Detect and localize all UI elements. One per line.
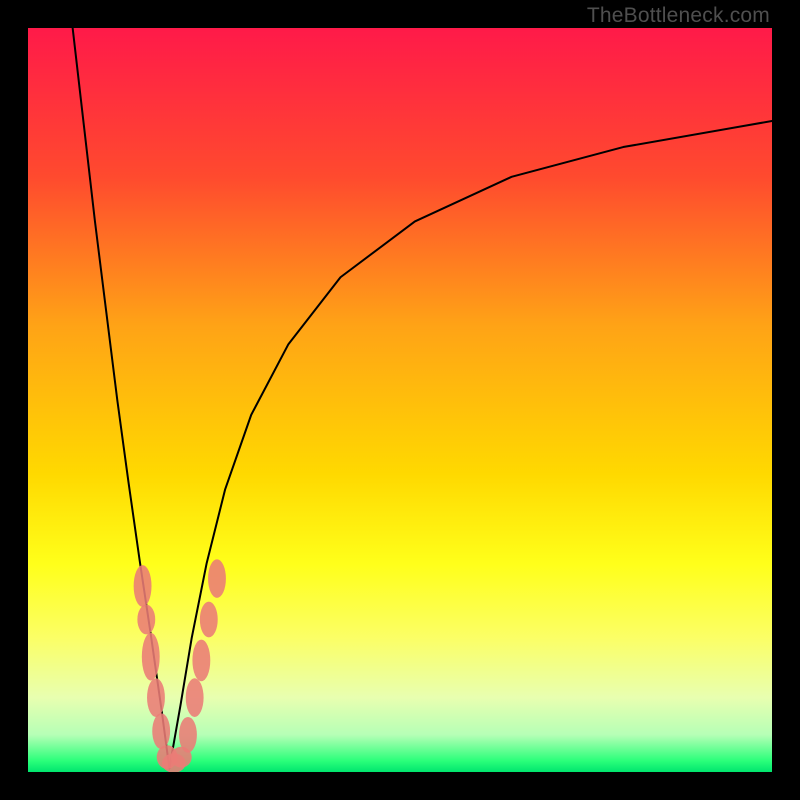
marker-10 — [192, 640, 210, 682]
plot-area — [28, 28, 772, 772]
marker-2 — [142, 633, 160, 681]
marker-1 — [137, 605, 155, 635]
watermark-text: TheBottleneck.com — [587, 4, 770, 28]
marker-0 — [134, 565, 152, 607]
marker-12 — [208, 559, 226, 598]
chart-frame: TheBottleneck.com — [0, 0, 800, 800]
marker-9 — [186, 678, 204, 717]
marker-8 — [179, 717, 197, 753]
marker-4 — [152, 713, 170, 749]
chart-svg — [28, 28, 772, 772]
marker-11 — [200, 602, 218, 638]
marker-3 — [147, 678, 165, 717]
